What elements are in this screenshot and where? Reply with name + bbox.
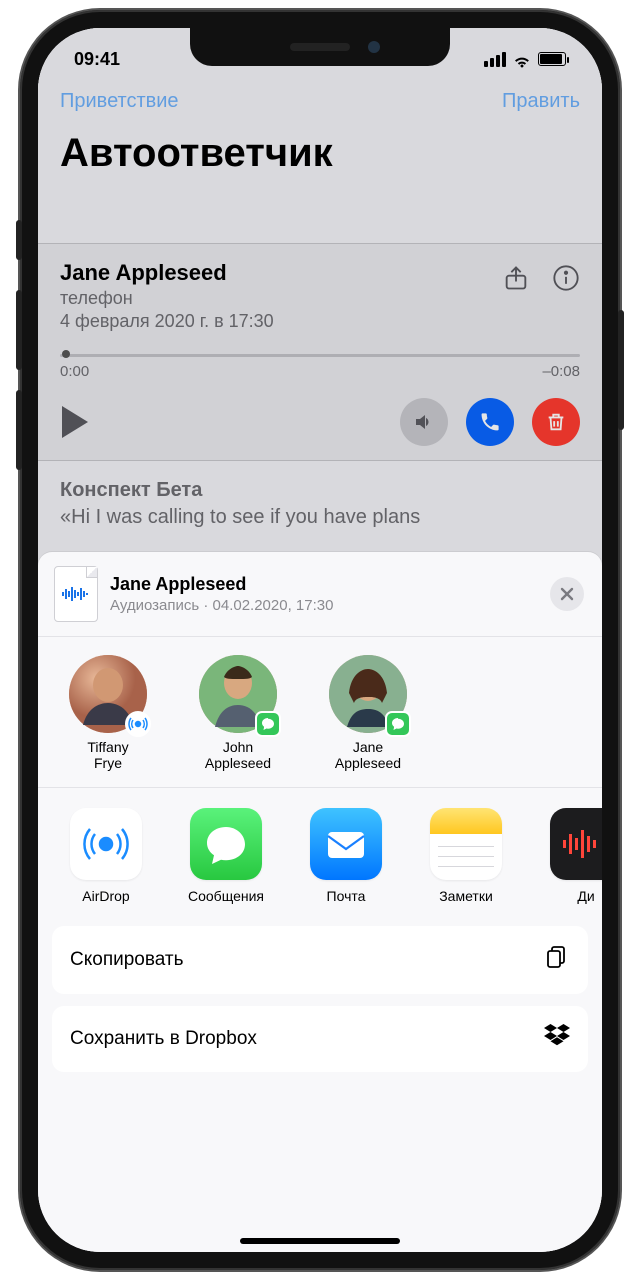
share-subtitle: Аудиозапись · 04.02.2020, 17:30 xyxy=(110,597,538,614)
messages-badge-icon xyxy=(255,711,281,737)
share-contact[interactable]: John Appleseed xyxy=(190,655,286,771)
app-label: Заметки xyxy=(439,888,493,904)
status-time: 09:41 xyxy=(74,49,120,70)
notes-icon xyxy=(430,808,502,880)
action-save-dropbox[interactable]: Сохранить в Dropbox xyxy=(52,1006,588,1072)
audio-file-icon xyxy=(54,566,98,622)
dropbox-icon xyxy=(544,1024,570,1054)
contact-name-line1: Tiffany xyxy=(87,739,128,755)
screen: 09:41 Приветствие Править Автоответчик xyxy=(38,28,602,1252)
cellular-icon xyxy=(484,52,506,67)
voice-memos-icon xyxy=(550,808,602,880)
share-app-airdrop[interactable]: AirDrop xyxy=(60,808,152,904)
wifi-icon xyxy=(512,52,532,66)
action-copy[interactable]: Скопировать xyxy=(52,926,588,994)
share-app-messages[interactable]: Сообщения xyxy=(180,808,272,904)
share-sheet: Jane Appleseed Аудиозапись · 04.02.2020,… xyxy=(38,552,602,1252)
close-button[interactable] xyxy=(550,577,584,611)
share-app-voice-memos[interactable]: Ди xyxy=(540,808,602,904)
contact-name-line2: Appleseed xyxy=(205,755,271,771)
action-label: Сохранить в Dropbox xyxy=(70,1028,257,1050)
contact-name-line1: Jane xyxy=(353,739,383,755)
copy-icon xyxy=(544,944,570,976)
messages-icon xyxy=(190,808,262,880)
share-contact[interactable]: Jane Appleseed xyxy=(320,655,416,771)
mail-icon xyxy=(310,808,382,880)
airdrop-icon xyxy=(70,808,142,880)
messages-badge-icon xyxy=(385,711,411,737)
contact-name-line2: Frye xyxy=(94,755,122,771)
phone-frame: 09:41 Приветствие Править Автоответчик xyxy=(20,10,620,1270)
share-contact[interactable]: Tiffany Frye xyxy=(60,655,156,771)
contact-name-line1: John xyxy=(223,739,253,755)
app-label: AirDrop xyxy=(82,888,129,904)
share-app-mail[interactable]: Почта xyxy=(300,808,392,904)
avatar xyxy=(199,655,277,733)
share-contacts-row: Tiffany Frye John Appleseed xyxy=(38,637,602,788)
notch xyxy=(190,28,450,66)
airdrop-badge-icon xyxy=(125,711,151,737)
share-title: Jane Appleseed xyxy=(110,574,538,595)
home-indicator[interactable] xyxy=(240,1238,400,1244)
action-label: Скопировать xyxy=(70,949,183,971)
avatar xyxy=(329,655,407,733)
avatar xyxy=(69,655,147,733)
app-label: Ди xyxy=(577,888,594,904)
app-label: Почта xyxy=(327,888,366,904)
share-apps-row: AirDrop Сообщения Почта xyxy=(38,788,602,922)
app-label: Сообщения xyxy=(188,888,264,904)
battery-icon xyxy=(538,52,566,66)
contact-name-line2: Appleseed xyxy=(335,755,401,771)
share-app-notes[interactable]: Заметки xyxy=(420,808,512,904)
